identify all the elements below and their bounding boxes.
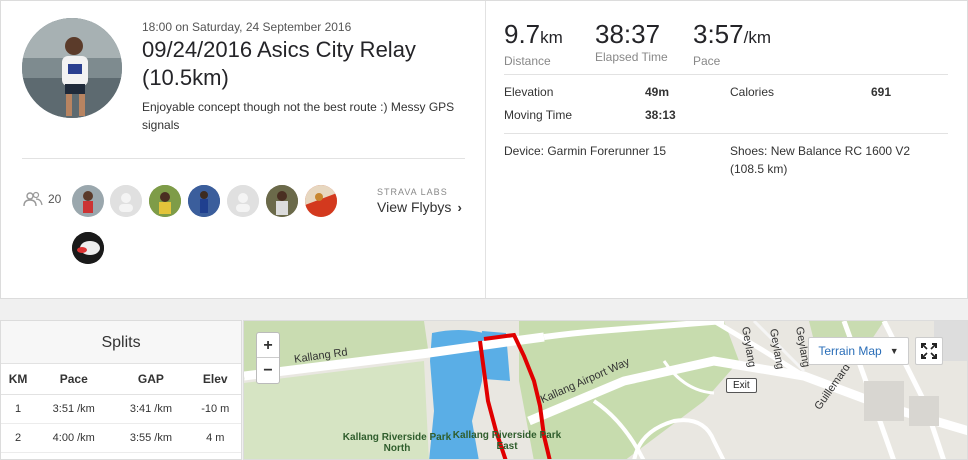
distance-value: 9.7 <box>504 19 541 49</box>
splits-header-km: KM <box>1 364 36 395</box>
divider <box>504 74 948 75</box>
distance-unit: km <box>540 28 563 47</box>
kudoer-avatar[interactable] <box>72 232 104 264</box>
split-elev: -10 m <box>189 394 241 424</box>
pace-unit: /km <box>743 28 771 47</box>
strava-labs-label: STRAVA LABS <box>377 187 448 197</box>
divider <box>22 158 465 159</box>
table-row[interactable]: 2 4:00 /km 3:55 /km 4 m <box>1 423 241 453</box>
divider <box>504 133 948 134</box>
kudoer-avatar[interactable] <box>305 185 337 217</box>
stat-pace: 3:57/km Pace <box>693 18 771 68</box>
chevron-right-icon: › <box>457 199 462 215</box>
splits-title: Splits <box>1 321 241 364</box>
activity-description: Enjoyable concept though not the best ro… <box>142 100 455 132</box>
pace-label: Pace <box>693 54 721 68</box>
stat-elapsed-time: 38:37 Elapsed Time <box>595 18 668 64</box>
split-elev: 4 m <box>189 423 241 453</box>
distance-label: Distance <box>504 54 551 68</box>
activity-timestamp: 18:00 on Saturday, 24 September 2016 <box>142 20 352 34</box>
fullscreen-icon <box>921 343 937 359</box>
table-row[interactable]: 1 3:51 /km 3:41 /km -10 m <box>1 394 241 424</box>
kudoer-avatar[interactable] <box>72 185 104 217</box>
splits-header-gap: GAP <box>112 364 190 395</box>
kudoer-avatar[interactable] <box>149 185 181 217</box>
activity-header: 18:00 on Saturday, 24 September 2016 09/… <box>1 1 486 298</box>
moving-time-value: 38:13 <box>645 108 676 122</box>
kudoer-avatar[interactable] <box>110 185 142 217</box>
park-label: Kallang Riverside Park East <box>452 430 562 452</box>
zoom-control: + − <box>256 332 280 384</box>
split-pace: 3:51 /km <box>35 394 113 424</box>
split-gap: 3:41 /km <box>112 394 190 424</box>
shoes-info: Shoes: New Balance RC 1600 V2 (108.5 km) <box>730 144 911 176</box>
split-km: 1 <box>1 394 36 424</box>
elevation-label: Elevation <box>504 85 554 99</box>
elapsed-label: Elapsed Time <box>595 50 668 64</box>
split-km: 2 <box>1 423 36 453</box>
activity-map[interactable]: Kallang Rd Kallang Airport Way Geylang G… <box>243 320 968 460</box>
kudoer-avatar[interactable] <box>188 185 220 217</box>
view-flybys[interactable]: STRAVA LABS View Flybys › <box>377 187 462 215</box>
map-type-select[interactable]: Terrain Map ▼ <box>808 337 909 365</box>
elevation-value: 49m <box>645 85 670 99</box>
park-label: Kallang Riverside Park North <box>342 432 452 454</box>
pace-value: 3:57 <box>693 19 744 49</box>
calories-value: 691 <box>871 85 892 99</box>
split-gap: 3:55 /km <box>112 423 190 453</box>
zoom-out-button[interactable]: − <box>257 358 279 383</box>
view-flybys-link[interactable]: View Flybys › <box>377 199 462 215</box>
kudoer-avatar[interactable] <box>227 185 259 217</box>
stat-distance: 9.7km Distance <box>504 18 563 68</box>
splits-header-pace: Pace <box>35 364 113 395</box>
device-info: Device: Garmin Forerunner 15 <box>504 144 667 158</box>
fullscreen-button[interactable] <box>915 337 943 365</box>
splits-header-elev: Elev <box>189 364 241 395</box>
activity-title: 09/24/2016 Asics City Relay (10.5km) <box>142 37 416 90</box>
splits-table: KM Pace GAP Elev 1 3:51 /km 3:41 /km -10… <box>1 364 241 453</box>
exit-sign: Exit <box>726 378 757 393</box>
view-flybys-label: View Flybys <box>377 199 452 215</box>
map-type-label: Terrain Map <box>818 344 882 358</box>
kudoer-avatar[interactable] <box>266 185 298 217</box>
elapsed-value: 38:37 <box>595 19 661 49</box>
split-pace: 4:00 /km <box>35 423 113 453</box>
moving-time-label: Moving Time <box>504 108 573 122</box>
kudos-icon <box>23 191 43 207</box>
athlete-avatar[interactable] <box>22 18 122 118</box>
calories-label: Calories <box>730 85 775 99</box>
caret-down-icon: ▼ <box>889 346 899 356</box>
activity-summary-card: 18:00 on Saturday, 24 September 2016 09/… <box>0 0 968 299</box>
zoom-in-button[interactable]: + <box>257 333 279 358</box>
splits-panel: Splits KM Pace GAP Elev 1 3:51 /km 3:41 … <box>0 320 242 460</box>
kudos-number: 20 <box>48 192 62 206</box>
kudos-count[interactable]: 20 <box>23 191 61 207</box>
